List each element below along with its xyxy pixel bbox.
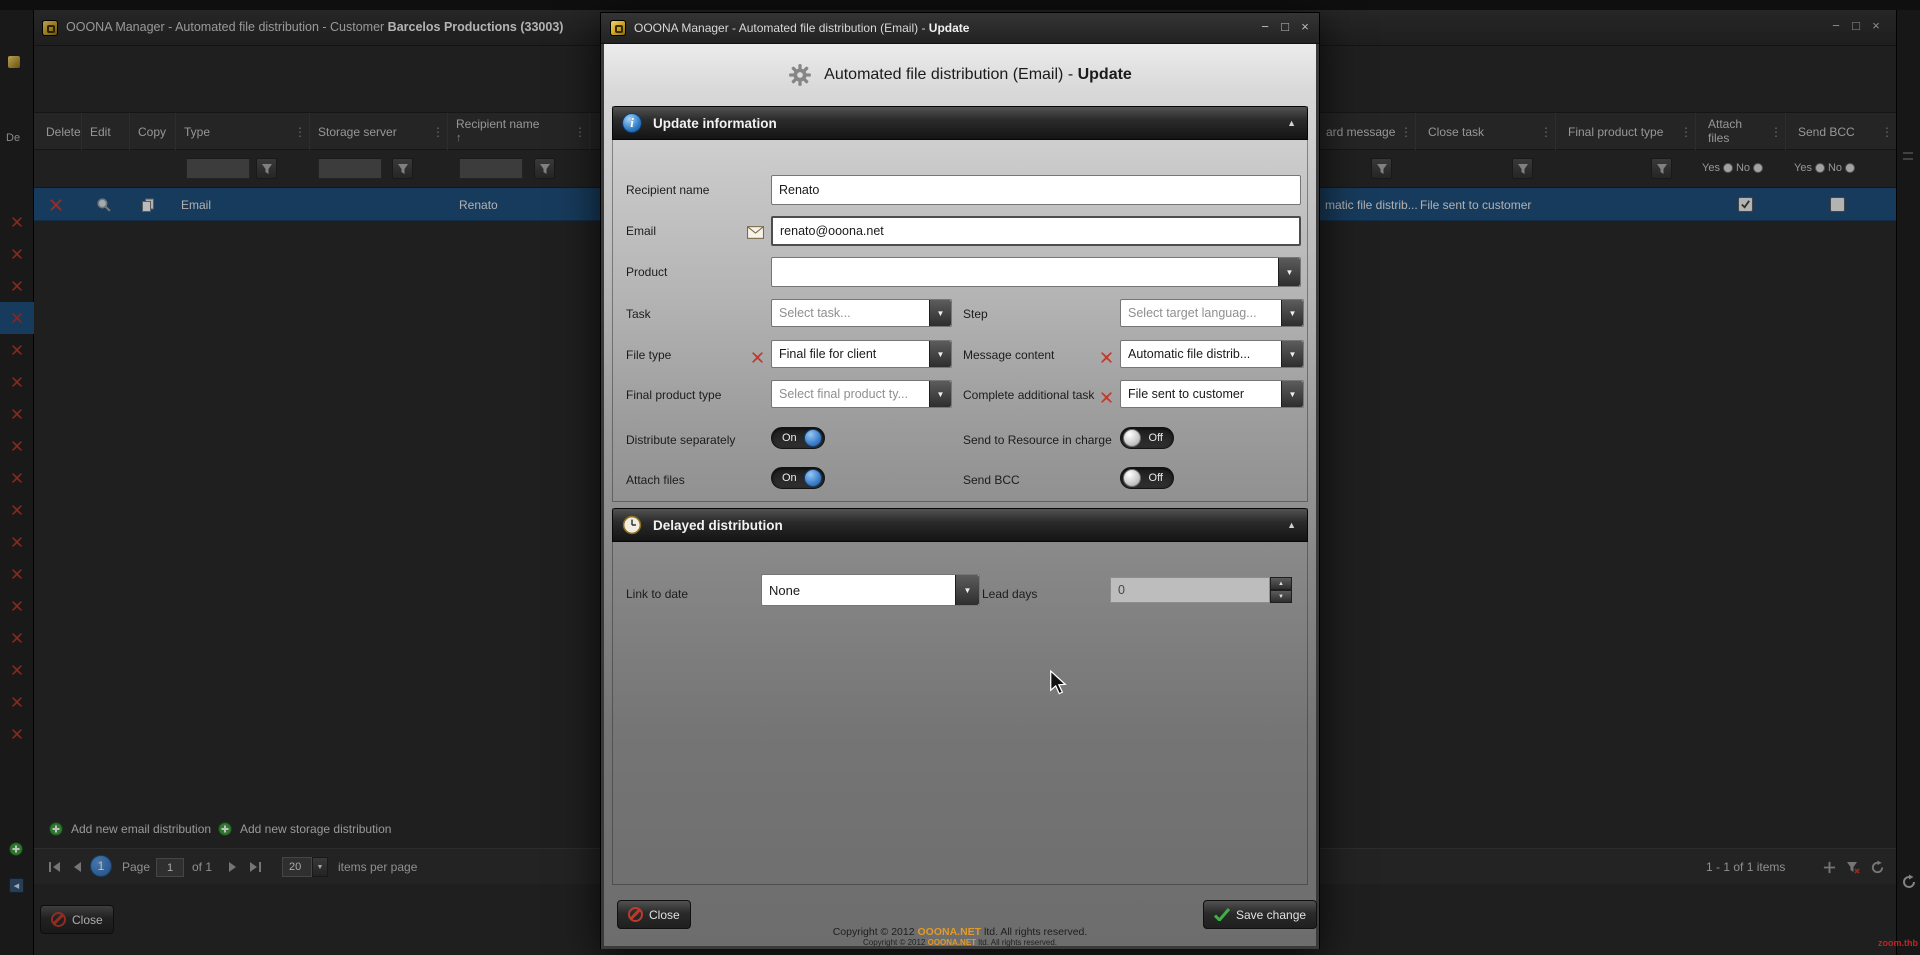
recipient-name-label: Recipient name bbox=[626, 183, 709, 197]
dropdown-icon[interactable]: ▼ bbox=[929, 300, 951, 326]
spinner-down-icon[interactable]: ▼ bbox=[1270, 590, 1292, 603]
copyright-line-2: Copyright © 2012 OOONA.NET ltd. All righ… bbox=[601, 938, 1319, 947]
task-label: Task bbox=[626, 307, 651, 321]
maximize-icon[interactable]: □ bbox=[1275, 19, 1295, 34]
dialog-footer: Copyright © 2012 OOONA.NET ltd. All righ… bbox=[601, 926, 1319, 947]
attach-files-label: Attach files bbox=[626, 473, 685, 487]
lead-days-input[interactable] bbox=[1110, 577, 1270, 603]
dropdown-icon[interactable]: ▼ bbox=[1278, 258, 1300, 286]
delayed-distribution-section: Delayed distribution ▲ Link to date None… bbox=[612, 508, 1308, 885]
envelope-icon bbox=[747, 226, 764, 244]
product-label: Product bbox=[626, 265, 667, 279]
close-icon[interactable]: × bbox=[1295, 19, 1315, 34]
dialog-header-title: Automated file distribution (Email) - Up… bbox=[824, 66, 1132, 84]
step-label: Step bbox=[963, 307, 988, 321]
check-icon bbox=[1214, 908, 1230, 921]
distribute-separately-toggle[interactable]: On bbox=[771, 427, 825, 449]
file-type-label: File type bbox=[626, 348, 671, 362]
copyright-line-1: Copyright © 2012 OOONA.NET ltd. All righ… bbox=[601, 926, 1319, 938]
info-icon: i bbox=[622, 113, 642, 133]
dropdown-icon[interactable]: ▼ bbox=[929, 381, 951, 407]
send-bcc-label: Send BCC bbox=[963, 473, 1020, 487]
dropdown-icon[interactable]: ▼ bbox=[1281, 381, 1303, 407]
email-label: Email bbox=[626, 224, 656, 238]
dialog-title: OOONA Manager - Automated file distribut… bbox=[634, 21, 969, 35]
send-to-resource-label: Send to Resource in charge bbox=[963, 433, 1112, 447]
final-product-type-label: Final product type bbox=[626, 388, 721, 402]
product-select[interactable]: ▼ bbox=[771, 257, 1301, 287]
distribute-separately-label: Distribute separately bbox=[626, 433, 735, 447]
required-x-icon bbox=[751, 351, 764, 369]
dialog-window-controls: − □ × bbox=[1255, 19, 1315, 34]
link-to-date-select[interactable]: None▼ bbox=[761, 574, 980, 606]
send-to-resource-toggle[interactable]: Off bbox=[1120, 427, 1174, 449]
message-content-select[interactable]: Automatic file distrib...▼ bbox=[1120, 340, 1304, 368]
required-x-icon bbox=[1100, 391, 1113, 409]
dropdown-icon[interactable]: ▼ bbox=[955, 575, 979, 605]
recipient-name-input[interactable] bbox=[771, 175, 1301, 205]
update-dialog: OOONA Manager - Automated file distribut… bbox=[600, 12, 1320, 949]
dropdown-icon[interactable]: ▼ bbox=[929, 341, 951, 367]
prohibition-icon bbox=[628, 907, 643, 922]
dropdown-icon[interactable]: ▼ bbox=[1281, 341, 1303, 367]
task-select[interactable]: Select task...▼ bbox=[771, 299, 952, 327]
message-content-label: Message content bbox=[963, 348, 1054, 362]
dialog-header: Automated file distribution (Email) - Up… bbox=[601, 44, 1319, 106]
mouse-cursor bbox=[1048, 670, 1068, 701]
step-select[interactable]: Select target languag...▼ bbox=[1120, 299, 1304, 327]
delayed-distribution-section-header[interactable]: Delayed distribution ▲ bbox=[612, 508, 1308, 542]
file-type-select[interactable]: Final file for client▼ bbox=[771, 340, 952, 368]
dialog-titlebar[interactable]: OOONA Manager - Automated file distribut… bbox=[601, 13, 1319, 44]
minimize-icon[interactable]: − bbox=[1255, 19, 1275, 34]
ooona-app-icon bbox=[610, 20, 626, 36]
spinner-up-icon[interactable]: ▲ bbox=[1270, 577, 1292, 590]
gear-icon bbox=[788, 63, 812, 87]
email-input[interactable] bbox=[771, 216, 1301, 246]
link-to-date-label: Link to date bbox=[626, 587, 688, 601]
attach-files-toggle[interactable]: On bbox=[771, 467, 825, 489]
collapse-icon[interactable]: ▲ bbox=[1287, 520, 1296, 530]
clock-icon bbox=[622, 515, 642, 535]
required-x-icon bbox=[1100, 351, 1113, 369]
close-button-dialog[interactable]: Close bbox=[617, 900, 691, 929]
save-change-button[interactable]: Save change bbox=[1203, 900, 1317, 929]
complete-additional-task-select[interactable]: File sent to customer▼ bbox=[1120, 380, 1304, 408]
final-product-type-select[interactable]: Select final product ty...▼ bbox=[771, 380, 952, 408]
complete-additional-task-label: Complete additional task bbox=[963, 388, 1094, 402]
collapse-icon[interactable]: ▲ bbox=[1287, 118, 1296, 128]
send-bcc-toggle[interactable]: Off bbox=[1120, 467, 1174, 489]
dropdown-icon[interactable]: ▼ bbox=[1281, 300, 1303, 326]
update-information-section-header[interactable]: i Update information ▲ bbox=[612, 106, 1308, 140]
lead-days-spinner: ▲ ▼ bbox=[1270, 577, 1292, 603]
update-information-section: i Update information ▲ Recipient name Em… bbox=[612, 106, 1308, 502]
lead-days-label: Lead days bbox=[982, 587, 1037, 601]
